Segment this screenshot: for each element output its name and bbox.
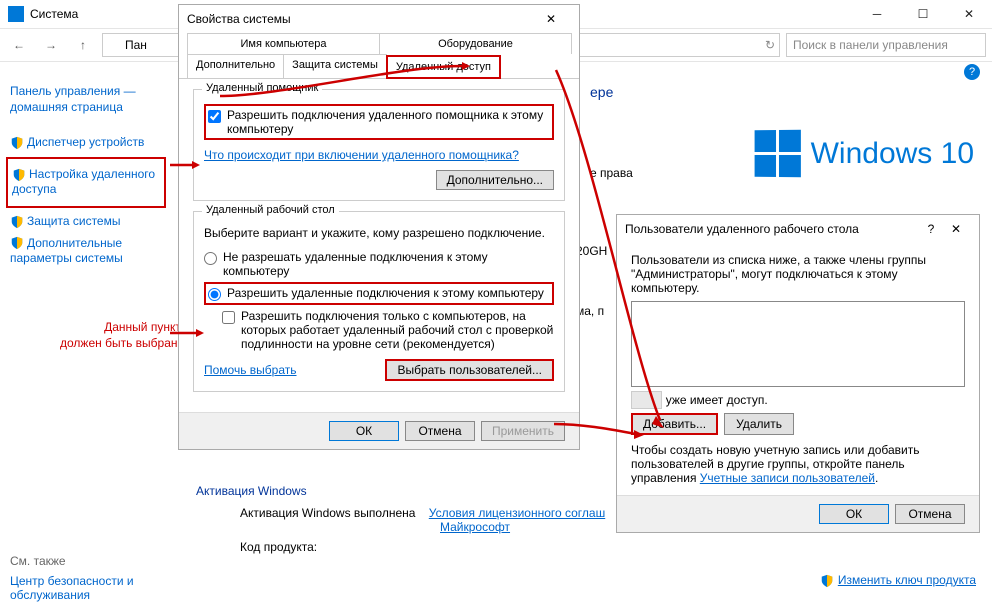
control-panel-home[interactable]: Панель управления — домашняя страница	[10, 84, 162, 115]
forward-button[interactable]: →	[38, 32, 64, 58]
breadcrumb: Пан	[125, 38, 147, 52]
windows-logo-icon	[754, 130, 800, 177]
user-accounts-link[interactable]: Учетные записи пользователей	[700, 471, 875, 485]
shield-icon	[10, 215, 24, 229]
change-key[interactable]: Изменить ключ продукта	[820, 573, 976, 588]
remote-users-dialog: Пользователи удаленного рабочего стола ?…	[616, 214, 980, 533]
shield-icon	[10, 136, 24, 150]
dialog2-close-button[interactable]: ✕	[941, 222, 971, 236]
access-note: уже имеет доступ.	[631, 393, 965, 407]
heading-fragment: ере	[590, 84, 613, 100]
tab-remote-access[interactable]: Удаленный доступ	[386, 55, 501, 79]
close-button[interactable]: ✕	[946, 0, 992, 28]
tab-hardware[interactable]: Оборудование	[379, 33, 572, 54]
remote-assistance-help-link[interactable]: Что происходит при включении удаленного …	[204, 148, 519, 162]
security-center-link[interactable]: Центр безопасности и обслуживания	[10, 574, 170, 602]
monitor-icon	[107, 38, 121, 52]
window-title: Система	[30, 7, 78, 21]
annotation-text: Данный пункт должен быть выбран!	[60, 320, 181, 351]
system-icon	[8, 6, 24, 22]
sidebar-item-advanced-settings[interactable]: Дополнительные параметры системы	[10, 236, 162, 267]
ram-fragment: ма, п	[576, 304, 604, 318]
ms-link[interactable]: Майкрософт	[440, 520, 605, 534]
minimize-button[interactable]: ─	[854, 0, 900, 28]
license-link[interactable]: Условия лицензионного соглаш	[429, 506, 605, 520]
ok-button[interactable]: ОК	[329, 421, 399, 441]
radio-allow-remote[interactable]: Разрешить удаленные подключения к этому …	[204, 282, 554, 305]
nla-checkbox[interactable]: Разрешить подключения только с компьютер…	[222, 309, 554, 351]
rights-fragment: е права	[590, 166, 633, 180]
activation-heading: Активация Windows	[196, 484, 307, 498]
dialog-titlebar: Свойства системы ✕	[179, 5, 579, 33]
add-user-button[interactable]: Добавить...	[631, 413, 718, 435]
dialog-close-button[interactable]: ✕	[531, 12, 571, 26]
radio-disallow-remote[interactable]: Не разрешать удаленные подключения к это…	[204, 250, 554, 278]
remote-users-description: Пользователи из списка ниже, а также чле…	[631, 253, 965, 295]
sidebar-item-remote-settings[interactable]: Настройка удаленного доступа	[6, 157, 166, 208]
footer-text: Чтобы создать новую учетную запись или д…	[631, 443, 965, 485]
advanced-button[interactable]: Дополнительно...	[436, 170, 554, 190]
dialog-help-button[interactable]: ?	[921, 222, 941, 236]
search-input[interactable]: Поиск в панели управления	[786, 33, 986, 57]
shield-icon	[10, 236, 24, 250]
tab-computer-name[interactable]: Имя компьютера	[187, 33, 380, 54]
product-code-label: Код продукта:	[240, 540, 317, 554]
tab-advanced[interactable]: Дополнительно	[187, 54, 284, 78]
sidebar-item-system-protection[interactable]: Защита системы	[10, 214, 162, 230]
help-choose-link[interactable]: Помочь выбрать	[204, 363, 297, 377]
select-users-button[interactable]: Выбрать пользователей...	[385, 359, 554, 381]
refresh-icon[interactable]: ↻	[765, 38, 775, 52]
left-nav: Панель управления — домашняя страница Ди…	[0, 66, 172, 285]
back-button[interactable]: ←	[6, 32, 32, 58]
dialog-button-row: ОК Отмена Применить	[179, 412, 579, 449]
see-also: См. также Центр безопасности и обслужива…	[10, 554, 170, 602]
dialog2-ok-button[interactable]: ОК	[819, 504, 889, 524]
cancel-button[interactable]: Отмена	[405, 421, 475, 441]
up-button[interactable]: ↑	[70, 32, 96, 58]
help-icon[interactable]: ?	[964, 64, 980, 80]
activation-status: Активация Windows выполнена Условия лице…	[240, 506, 605, 534]
tab-row-2: Дополнительно Защита системы Удаленный д…	[179, 54, 579, 79]
tab-row-1: Имя компьютера Оборудование	[179, 33, 579, 54]
apply-button[interactable]: Применить	[481, 421, 565, 441]
remove-user-button[interactable]: Удалить	[724, 413, 794, 435]
cpu-fragment: 20GH	[576, 244, 607, 258]
windows-logo: Windows 10	[754, 130, 974, 177]
tab-system-protection[interactable]: Защита системы	[283, 54, 387, 78]
system-properties-dialog: Свойства системы ✕ Имя компьютера Оборуд…	[178, 4, 580, 450]
remote-desktop-group: Удаленный рабочий стол Выберите вариант …	[193, 211, 565, 392]
users-listbox[interactable]	[631, 301, 965, 387]
shield-icon	[12, 168, 26, 182]
sidebar-item-device-manager[interactable]: Диспетчер устройств	[10, 135, 162, 151]
maximize-button[interactable]: ☐	[900, 0, 946, 28]
allow-remote-assistance-checkbox[interactable]: Разрешить подключения удаленного помощни…	[204, 104, 554, 140]
remote-assistance-group: Удаленный помощник Разрешить подключения…	[193, 89, 565, 201]
dialog2-titlebar: Пользователи удаленного рабочего стола ?…	[617, 215, 979, 243]
dialog2-button-row: ОК Отмена	[617, 495, 979, 532]
current-user-chip	[631, 391, 662, 409]
dialog2-cancel-button[interactable]: Отмена	[895, 504, 965, 524]
